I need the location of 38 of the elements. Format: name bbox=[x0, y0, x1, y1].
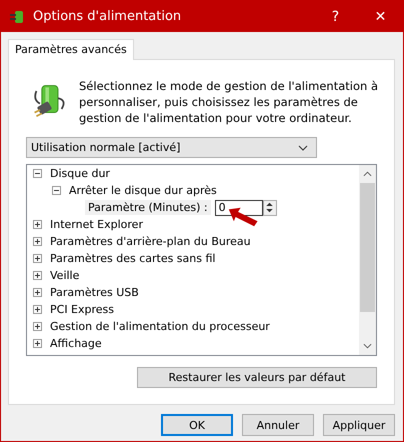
expand-icon[interactable] bbox=[33, 339, 42, 348]
tree-item[interactable]: Paramètres USB bbox=[50, 286, 139, 299]
power-plan-dropdown[interactable]: Utilisation normale [activé] bbox=[26, 137, 317, 158]
tree-item[interactable]: PCI Express bbox=[50, 303, 114, 316]
tab[interactable]: Paramètres avancés bbox=[8, 39, 134, 60]
tree-item[interactable]: Arrêter le disque dur après bbox=[69, 184, 217, 197]
collapse-icon[interactable] bbox=[33, 169, 42, 178]
help-button[interactable]: ? bbox=[313, 1, 358, 32]
dialog-button[interactable]: Annuler bbox=[242, 414, 314, 436]
minutes-field[interactable]: 0 bbox=[214, 200, 263, 216]
power-plug-icon bbox=[9, 8, 25, 24]
scroll-up-icon[interactable] bbox=[363, 171, 372, 177]
expand-icon[interactable] bbox=[33, 220, 42, 229]
expand-icon[interactable] bbox=[33, 305, 42, 314]
window-title: Options d'alimentation bbox=[33, 9, 182, 24]
scroll-down-icon[interactable] bbox=[363, 343, 372, 349]
expand-icon[interactable] bbox=[33, 288, 42, 297]
tree-item[interactable]: Paramètres des cartes sans fil bbox=[50, 252, 216, 265]
scrollbar[interactable] bbox=[359, 165, 376, 355]
close-button[interactable]: ✕ bbox=[358, 1, 403, 32]
expand-icon[interactable] bbox=[33, 237, 42, 246]
tree-item[interactable]: Gestion de l'alimentation du processeur bbox=[50, 320, 270, 333]
tree-item[interactable]: Paramètres d'arrière-plan du Bureau bbox=[50, 235, 251, 248]
expand-icon[interactable] bbox=[33, 254, 42, 263]
instruction-text: Sélectionnez le mode de gestion de l'alimentation à personnaliser, puis choisissez les paramètres de gestion de l'alimentation pour votre ordinateur. bbox=[79, 78, 378, 126]
setting-label: Paramètre (Minutes) : bbox=[85, 200, 211, 215]
dialog-button[interactable]: OK bbox=[161, 414, 233, 436]
restore-defaults-button[interactable]: Restaurer les valeurs par défaut bbox=[137, 367, 377, 388]
tree-item[interactable]: Disque dur bbox=[50, 167, 110, 180]
chevron-down-icon bbox=[298, 144, 308, 150]
tree-item[interactable]: Veille bbox=[50, 269, 80, 282]
tree-item[interactable]: Internet Explorer bbox=[50, 218, 143, 231]
collapse-icon[interactable] bbox=[52, 186, 61, 195]
expand-icon[interactable] bbox=[33, 271, 42, 280]
tree-item[interactable]: Affichage bbox=[50, 337, 102, 350]
spin-buttons[interactable] bbox=[262, 200, 277, 216]
expand-icon[interactable] bbox=[33, 322, 42, 331]
dialog-button[interactable]: Appliquer bbox=[323, 414, 395, 436]
